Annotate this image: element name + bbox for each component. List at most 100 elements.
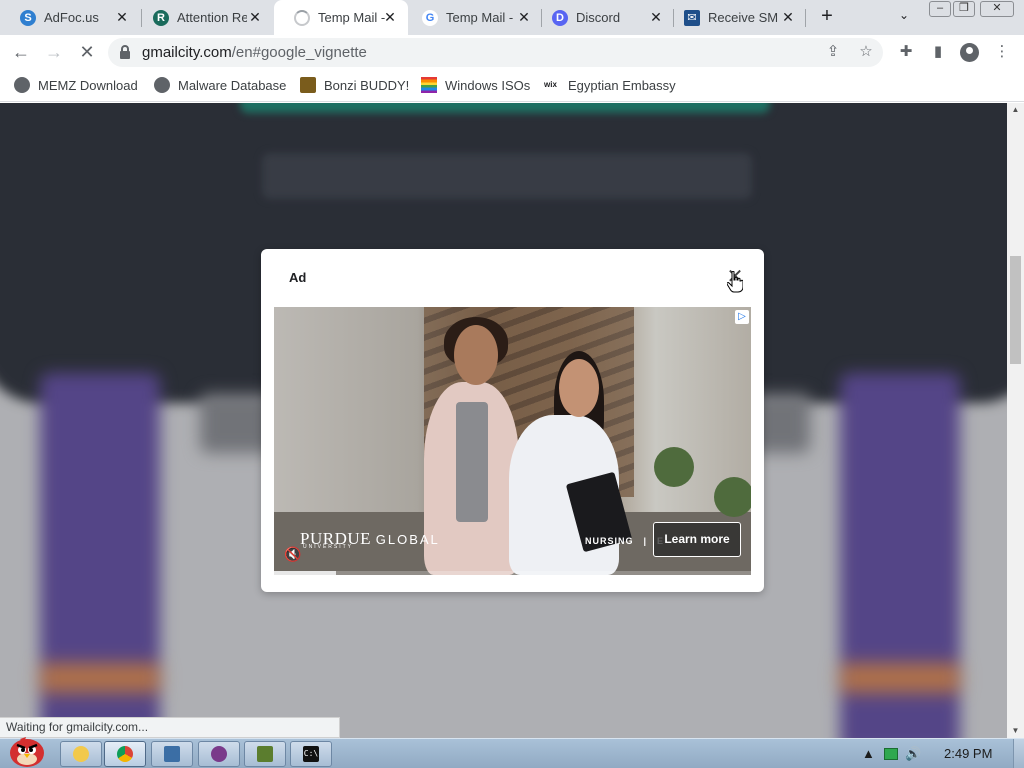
scroll-down-arrow-icon[interactable]: ▼ (1007, 724, 1024, 738)
receive-sms-icon: ✉ (684, 9, 700, 26)
side-panel-icon[interactable]: ▮ (929, 43, 947, 61)
ad-video[interactable]: ▷ PURDUE GLOBAL UNIVERSITY NURSING|E 🔇 L… (274, 307, 751, 575)
chrome-icon (117, 746, 133, 762)
browser-toolbar: ← → ✕ gmailcity.com/en#google_vignette ⇪… (0, 35, 1024, 69)
brand-global: GLOBAL (375, 532, 440, 547)
close-tab-icon[interactable]: ✕ (648, 9, 664, 25)
taskbar-minecraft[interactable] (244, 741, 286, 767)
extensions-puzzle-icon[interactable]: ✚ (897, 43, 915, 61)
app-window-icon (164, 746, 180, 762)
close-window-button[interactable]: ✕ (980, 1, 1014, 17)
explorer-icon (73, 746, 89, 762)
close-tab-icon[interactable]: ✕ (516, 9, 532, 25)
tab-temp-mail-active[interactable]: Temp Mail - ✕ (274, 0, 408, 35)
rainbow-flag-icon (421, 77, 437, 93)
bookmarks-bar: MEMZ Download Malware Database Bonzi BUD… (0, 69, 1024, 102)
tab-temp-mail-2[interactable]: G Temp Mail - ✕ (402, 0, 542, 35)
tab-title: Discord (576, 10, 621, 25)
forward-arrow-icon[interactable]: → (43, 41, 65, 63)
taskbar-app-window[interactable] (151, 741, 193, 767)
start-button-angry-bird-icon[interactable] (6, 731, 48, 768)
bug-app-icon (211, 746, 227, 762)
show-hidden-icons-icon[interactable]: ▲ (862, 746, 875, 761)
adfocus-s-icon: S (20, 9, 36, 26)
attention-icon: R (153, 9, 169, 26)
tab-discord[interactable]: D Discord ✕ (532, 0, 674, 35)
tab-title: AdFoc.us (44, 10, 99, 25)
taskbar-explorer[interactable] (60, 741, 102, 767)
back-arrow-icon[interactable]: ← (10, 41, 32, 63)
woman-right-face (559, 359, 599, 417)
video-progress-bar[interactable] (274, 571, 751, 575)
globe-icon (154, 77, 170, 93)
close-tab-icon[interactable]: ✕ (382, 9, 398, 25)
profile-avatar-icon[interactable] (960, 43, 979, 62)
url-text[interactable]: gmailcity.com/en#google_vignette (142, 44, 367, 61)
learn-more-button[interactable]: Learn more (653, 522, 741, 557)
bookmark-label: Bonzi BUDDY! (324, 77, 410, 93)
loading-spinner-icon (294, 9, 310, 26)
minimize-button[interactable]: – (929, 1, 951, 17)
tab-receive-sms[interactable]: ✉ Receive SM ✕ (664, 0, 806, 35)
tab-attention[interactable]: R Attention Re ✕ (133, 0, 273, 35)
taskbar-cmd[interactable]: C:\ (290, 741, 332, 767)
ad-label: Ad (289, 270, 307, 285)
google-g-icon: G (422, 9, 438, 26)
bookmark-windows-isos[interactable]: Windows ISOs (421, 76, 530, 94)
volume-icon[interactable]: 🔊 (905, 746, 921, 762)
close-tab-icon[interactable]: ✕ (780, 9, 796, 25)
tab-search-icon[interactable]: ⌄ (895, 8, 913, 26)
tab-title: Attention Re (177, 10, 247, 25)
tab-adfocus[interactable]: S AdFoc.us ✕ (0, 0, 140, 35)
tab-strip: S AdFoc.us ✕ R Attention Re ✕ Temp Mail … (0, 0, 1024, 35)
plant (714, 477, 751, 517)
woman-left-shirt (456, 402, 488, 522)
address-bar[interactable]: gmailcity.com/en#google_vignette ⇪ ☆ (108, 38, 883, 67)
close-tab-icon[interactable]: ✕ (247, 9, 263, 25)
scroll-thumb[interactable] (1010, 256, 1021, 364)
menu-kebab-icon[interactable]: ⋮ (993, 43, 1011, 61)
url-path: /en#google_vignette (231, 44, 367, 61)
hand-cursor-icon (727, 271, 743, 293)
tab-title: Receive SM (708, 10, 778, 25)
tab-title: Temp Mail - (318, 10, 386, 25)
mute-icon[interactable]: 🔇 (284, 545, 302, 563)
bookmark-star-icon[interactable]: ☆ (857, 43, 875, 61)
bookmark-malware-db[interactable]: Malware Database (154, 76, 286, 94)
new-tab-button[interactable]: + (816, 5, 838, 29)
url-domain: gmailcity.com (142, 44, 232, 61)
bookmark-label: MEMZ Download (38, 77, 138, 93)
windows-taskbar: C:\ ▲ 🔊 2:49 PM (0, 737, 1024, 768)
bookmark-label: Malware Database (178, 77, 287, 93)
page-viewport: Ad ✕ ▷ PURDUE GLOBAL UNIVERSITY NURSING|… (0, 103, 1007, 738)
discord-icon: D (552, 9, 568, 26)
close-tab-icon[interactable]: ✕ (114, 9, 130, 25)
globe-icon (14, 77, 30, 93)
bookmark-label: Egyptian Embassy (568, 77, 676, 93)
taskbar-chrome[interactable] (104, 741, 146, 767)
status-bubble: Waiting for gmailcity.com... (0, 717, 340, 738)
ad-choices-icon[interactable]: ▷ (735, 310, 749, 324)
stop-loading-icon[interactable]: ✕ (76, 41, 98, 63)
plant (654, 447, 694, 487)
share-icon[interactable]: ⇪ (824, 43, 842, 61)
tab-title: Temp Mail - (446, 10, 514, 25)
minecraft-grass-block-icon (257, 746, 273, 762)
cmd-icon: C:\ (303, 746, 319, 762)
taskbar-clock[interactable]: 2:49 PM (944, 746, 992, 761)
ad-vignette-dialog: Ad ✕ ▷ PURDUE GLOBAL UNIVERSITY NURSING|… (261, 249, 764, 592)
bookmark-memz[interactable]: MEMZ Download (14, 76, 138, 94)
scroll-up-arrow-icon[interactable]: ▲ (1007, 103, 1024, 117)
restore-button[interactable]: ❐ (953, 1, 975, 17)
video-progress-fill (274, 571, 336, 575)
program-separator: | (643, 536, 648, 546)
page-scrollbar[interactable]: ▲ ▼ (1007, 103, 1024, 738)
bookmark-bonzi[interactable]: Bonzi BUDDY! (300, 76, 409, 94)
program-name: NURSING (585, 536, 634, 546)
show-desktop-button[interactable] (1013, 739, 1024, 768)
wix-icon: wix (544, 80, 557, 89)
network-icon[interactable] (884, 748, 898, 760)
lock-icon[interactable] (120, 45, 130, 59)
bookmark-egyptian-embassy[interactable]: wix Egyptian Embassy (544, 76, 676, 94)
taskbar-bug-app[interactable] (198, 741, 240, 767)
